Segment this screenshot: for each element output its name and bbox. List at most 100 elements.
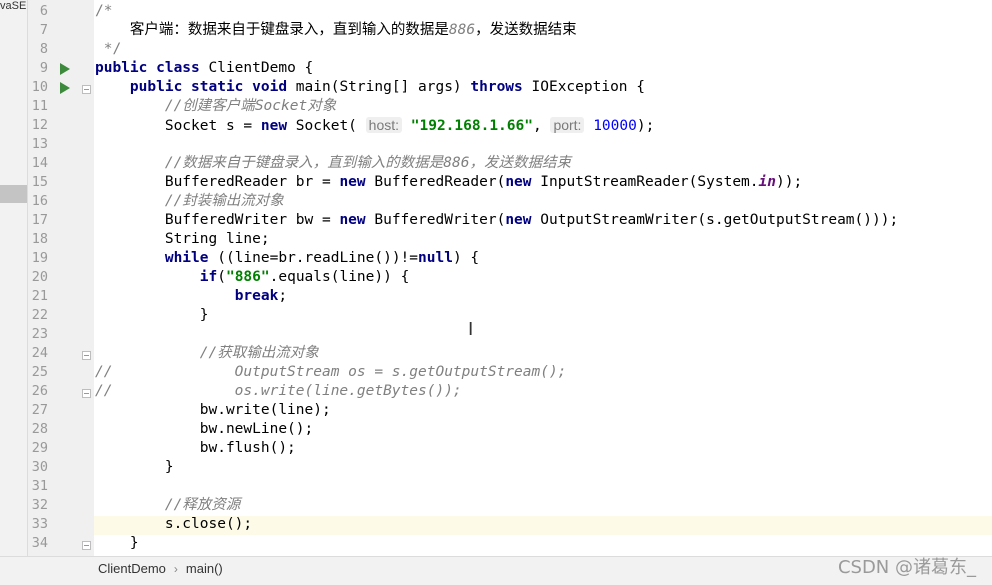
- code-line[interactable]: 16 //封装输出流对象: [0, 192, 992, 211]
- fold-method-icon[interactable]: [82, 85, 91, 94]
- code-text[interactable]: /*: [95, 2, 112, 21]
- code-token: new: [339, 174, 366, 190]
- line-number: 28: [31, 421, 48, 437]
- code-line[interactable]: 6 /*: [0, 2, 992, 21]
- code-line[interactable]: 21 break;: [0, 287, 992, 306]
- code-token: BufferedReader br =: [95, 174, 340, 190]
- run-main-icon[interactable]: [60, 82, 70, 94]
- code-line[interactable]: 11 //创建客户端Socket对象: [0, 97, 992, 116]
- breadcrumb: ClientDemo › main(): [98, 561, 223, 576]
- code-line[interactable]: 19 while ((line=br.readLine())!=null) {: [0, 249, 992, 268]
- code-line[interactable]: 30 }: [0, 458, 992, 477]
- code-text[interactable]: //获取输出流对象: [95, 344, 319, 363]
- code-text[interactable]: BufferedReader br = new BufferedReader(n…: [95, 173, 802, 192]
- code-text[interactable]: while ((line=br.readLine())!=null) {: [95, 249, 479, 268]
- code-line[interactable]: 15 BufferedReader br = new BufferedReade…: [0, 173, 992, 192]
- line-number: 7: [39, 22, 48, 38]
- line-number: 29: [31, 440, 48, 456]
- fold-comment-end-icon[interactable]: [82, 389, 91, 398]
- code-line[interactable]: 28 bw.newLine();: [0, 420, 992, 439]
- code-text[interactable]: //封装输出流对象: [95, 192, 284, 211]
- code-text[interactable]: */: [95, 40, 121, 59]
- code-token: // OutputStream os = s.getOutputStream()…: [95, 364, 567, 380]
- fold-comment-icon[interactable]: [82, 351, 91, 360]
- code-text[interactable]: //数据来自于键盘录入，直到输入的数据是886，发送数据结束: [95, 154, 571, 173]
- run-class-icon[interactable]: [60, 63, 70, 75]
- code-text[interactable]: // OutputStream os = s.getOutputStream()…: [95, 363, 566, 382]
- code-token: ));: [775, 174, 803, 190]
- code-line[interactable]: 29 bw.flush();: [0, 439, 992, 458]
- code-line[interactable]: 25 // OutputStream os = s.getOutputStream…: [0, 363, 992, 382]
- code-token: ((line=br.readLine())!=: [208, 250, 419, 266]
- code-token: throws: [470, 79, 523, 95]
- code-line[interactable]: 9 public class ClientDemo {: [0, 59, 992, 78]
- code-line[interactable]: 12 Socket s = new Socket( host: "192.168…: [0, 116, 992, 135]
- code-line[interactable]: 18 String line;: [0, 230, 992, 249]
- breadcrumb-class[interactable]: ClientDemo: [98, 561, 166, 576]
- code-token: new: [505, 174, 532, 190]
- code-line[interactable]: 32 //释放资源: [0, 496, 992, 515]
- line-number: 11: [31, 98, 48, 114]
- code-text[interactable]: BufferedWriter bw = new BufferedWriter(n…: [95, 211, 898, 230]
- code-token: .equals(line)) {: [269, 269, 410, 285]
- code-token: BufferedReader(: [365, 174, 506, 190]
- code-line[interactable]: 33 s.close();: [0, 515, 992, 534]
- line-number: 20: [31, 269, 48, 285]
- line-number: 16: [31, 193, 48, 209]
- code-text[interactable]: bw.newLine();: [95, 420, 314, 439]
- code-line[interactable]: 8 */: [0, 40, 992, 59]
- line-number: 14: [31, 155, 48, 171]
- code-text[interactable]: }: [95, 306, 209, 325]
- code-line[interactable]: 10 public static void main(String[] args…: [0, 78, 992, 97]
- code-text[interactable]: public static void main(String[] args) t…: [95, 78, 645, 97]
- line-number: 23: [31, 326, 48, 342]
- line-number: 34: [31, 535, 48, 551]
- code-text[interactable]: // os.write(line.getBytes());: [95, 382, 462, 401]
- code-line[interactable]: 26 // os.write(line.getBytes());: [0, 382, 992, 401]
- code-token: /*: [95, 3, 113, 19]
- code-text[interactable]: 客户端：数据来自于键盘录入，直到输入的数据是886，发送数据结束: [95, 21, 577, 40]
- code-text[interactable]: //创建客户端Socket对象: [95, 97, 336, 116]
- code-token: 886: [448, 22, 476, 38]
- code-text[interactable]: bw.write(line);: [95, 401, 331, 420]
- code-text[interactable]: public class ClientDemo {: [95, 59, 313, 78]
- code-token: while: [164, 250, 209, 266]
- code-token: }: [95, 535, 139, 551]
- code-text[interactable]: s.close();: [95, 515, 252, 534]
- code-token: ，发送数据结束: [475, 22, 577, 38]
- code-line[interactable]: 22 }: [0, 306, 992, 325]
- line-number: 9: [39, 60, 48, 76]
- code-line[interactable]: 7 客户端：数据来自于键盘录入，直到输入的数据是886，发送数据结束: [0, 21, 992, 40]
- code-token: 客户端：数据来自于键盘录入，直到输入的数据是: [95, 22, 449, 38]
- code-text[interactable]: Socket s = new Socket( host: "192.168.1.…: [95, 116, 654, 136]
- code-token: IOException {: [522, 79, 646, 95]
- line-number: 18: [31, 231, 48, 247]
- code-text[interactable]: break;: [95, 287, 287, 306]
- code-text[interactable]: bw.flush();: [95, 439, 296, 458]
- code-line[interactable]: 31: [0, 477, 992, 496]
- code-text[interactable]: }: [95, 458, 174, 477]
- code-line[interactable]: 34 }: [0, 534, 992, 553]
- breadcrumb-method[interactable]: main(): [186, 561, 223, 576]
- line-number: 27: [31, 402, 48, 418]
- code-token: "192.168.1.66": [410, 118, 533, 134]
- code-line[interactable]: 23: [0, 325, 992, 344]
- code-line[interactable]: 14 //数据来自于键盘录入，直到输入的数据是886，发送数据结束: [0, 154, 992, 173]
- fold-method-end-icon[interactable]: [82, 541, 91, 550]
- code-token: main(String[] args): [287, 79, 471, 95]
- code-line[interactable]: 17 BufferedWriter bw = new BufferedWrite…: [0, 211, 992, 230]
- chevron-right-icon: ›: [173, 561, 178, 576]
- code-text[interactable]: if("886".equals(line)) {: [95, 268, 410, 287]
- code-line[interactable]: 27 bw.write(line);: [0, 401, 992, 420]
- code-text[interactable]: }: [95, 534, 139, 553]
- code-text[interactable]: //释放资源: [95, 496, 240, 515]
- code-text[interactable]: String line;: [95, 230, 270, 249]
- line-number: 6: [39, 3, 48, 19]
- code-token: ClientDemo {: [199, 60, 314, 76]
- code-line[interactable]: 20 if("886".equals(line)) {: [0, 268, 992, 287]
- code-token: 10000: [593, 118, 637, 134]
- code-line[interactable]: 24 //获取输出流对象: [0, 344, 992, 363]
- code-line[interactable]: 13: [0, 135, 992, 154]
